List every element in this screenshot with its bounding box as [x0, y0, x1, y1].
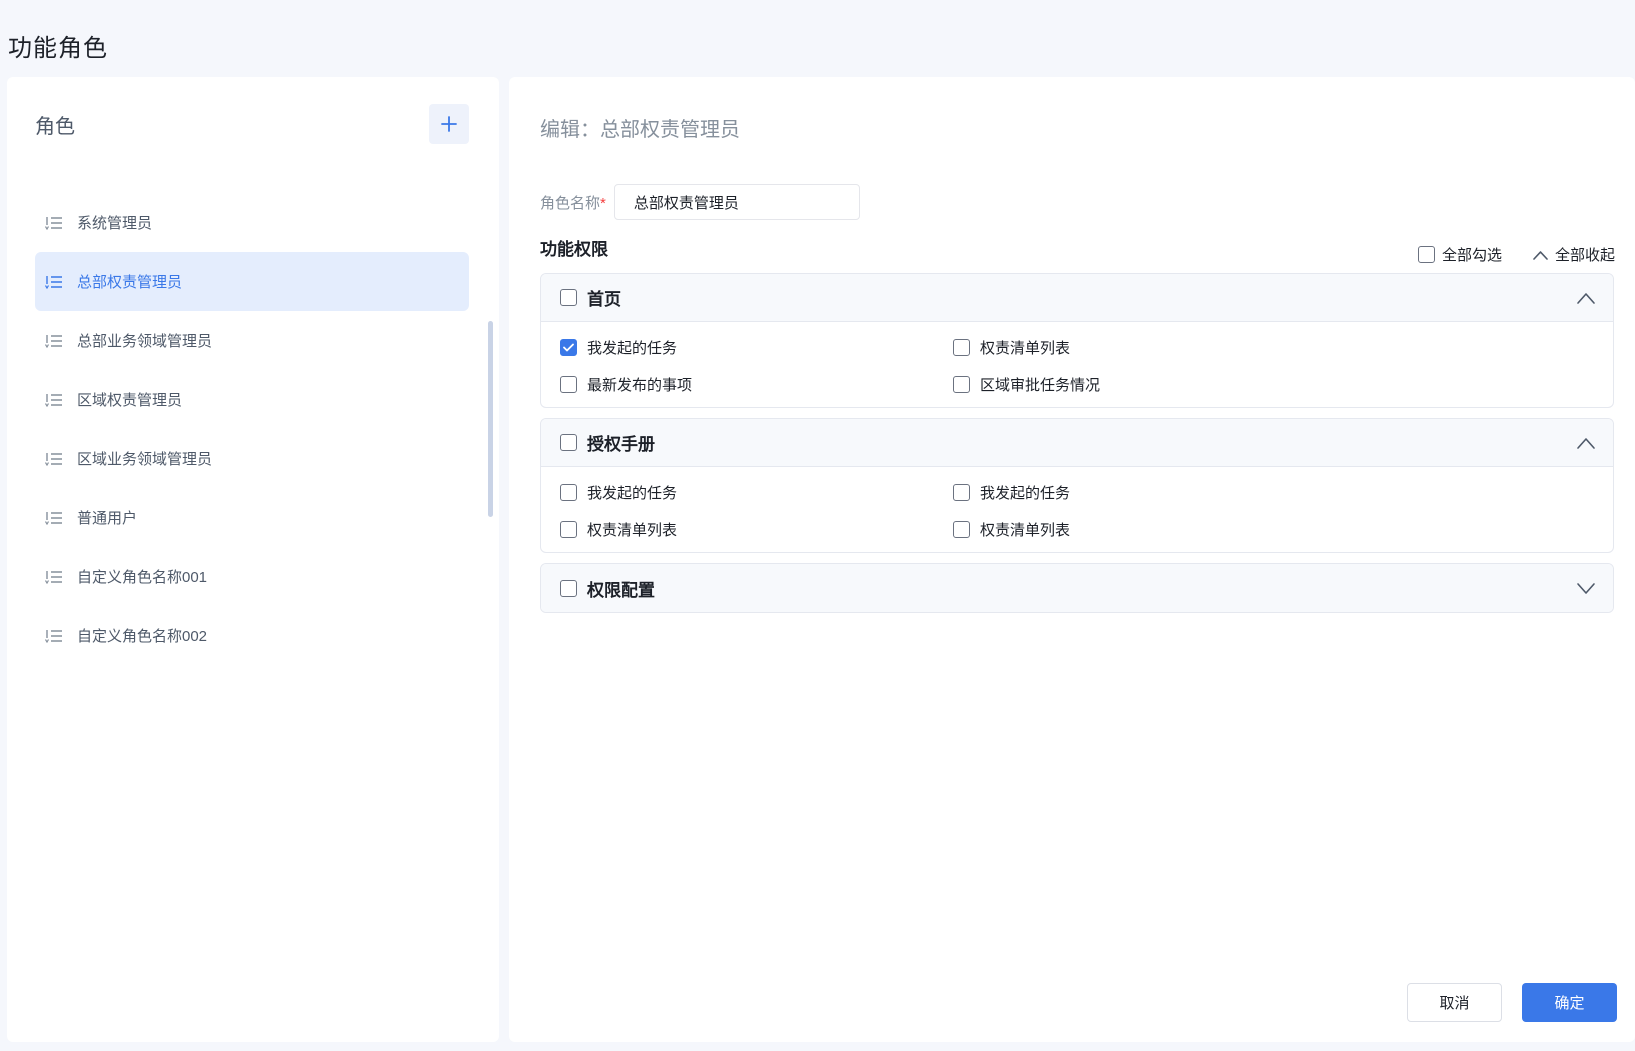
permission-group-header[interactable]: 权限配置: [541, 564, 1613, 612]
ordered-list-icon: [45, 334, 62, 348]
collapse-all-toggle[interactable]: 全部收起: [1532, 244, 1615, 265]
cancel-button[interactable]: 取消: [1407, 983, 1502, 1022]
permission-group: 首页我发起的任务 权责清单列表最新发布的事项 区域审批任务情况: [540, 273, 1614, 408]
permission-group: 权限配置: [540, 563, 1614, 613]
group-name: 首页: [587, 290, 621, 309]
permission-group-header[interactable]: 首页: [541, 274, 1613, 322]
chevron-down-icon[interactable]: [1576, 580, 1596, 596]
permission-item[interactable]: 区域审批任务情况: [953, 373, 1346, 395]
ordered-list-icon: [45, 393, 62, 407]
permission-group-body: 我发起的任务 我发起的任务 权责清单列表 权责清单列表: [541, 467, 1613, 552]
role-list: 系统管理员总部权责管理员总部业务领域管理员 区域权责管理员区域业务领域管理员 普通用…: [35, 193, 469, 665]
ordered-list-icon: [45, 570, 62, 584]
permission-checkbox[interactable]: [560, 375, 577, 393]
chevron-up-icon[interactable]: [1576, 290, 1596, 306]
permission-label: 我发起的任务: [587, 484, 678, 502]
permission-item[interactable]: 我发起的任务: [560, 481, 953, 503]
permission-label: 最新发布的事项: [587, 376, 693, 394]
role-item[interactable]: 自定义角色名称001: [35, 547, 469, 606]
group-checkbox[interactable]: [560, 289, 577, 306]
group-checkbox[interactable]: [560, 579, 577, 597]
role-item[interactable]: 普通用户: [35, 488, 469, 547]
permission-item[interactable]: 权责清单列表: [953, 336, 1346, 358]
role-item-label: 区域业务领域管理员: [77, 451, 213, 468]
permission-group-body: 我发起的任务 权责清单列表最新发布的事项 区域审批任务情况: [541, 322, 1613, 407]
group-checkbox[interactable]: [560, 434, 577, 451]
permission-groups: 首页 我发起的任务 权责清单列表 最新发布的事项 区域审批任务情况 授权手册 我发起的任务我…: [540, 273, 1614, 623]
permission-checkbox[interactable]: [560, 483, 577, 501]
page-title: 功能角色: [8, 35, 108, 62]
permission-label: 我发起的任务: [587, 339, 678, 357]
permission-label: 区域审批任务情况: [980, 376, 1101, 394]
permission-tools: 全部勾选 全部收起: [1417, 244, 1615, 265]
role-item-label: 自定义角色名称002: [77, 628, 208, 645]
editor-title: 编辑：总部权责管理员: [540, 119, 740, 141]
group-name: 权限配置: [587, 580, 655, 600]
role-item-label: 总部权责管理员: [77, 274, 183, 291]
select-all-toggle[interactable]: 全部勾选: [1417, 244, 1502, 265]
permission-item[interactable]: 权责清单列表: [560, 518, 953, 540]
required-mark: *: [600, 194, 606, 212]
role-item[interactable]: 总部权责管理员: [35, 252, 469, 311]
role-item[interactable]: 总部业务领域管理员: [35, 311, 469, 370]
role-name-input[interactable]: [613, 184, 860, 220]
editor-footer: 取消 确定: [1407, 983, 1617, 1022]
role-item-label: 系统管理员: [77, 215, 153, 232]
permission-checkbox[interactable]: [953, 520, 970, 538]
select-all-label: 全部勾选: [1441, 247, 1502, 264]
ordered-list-icon: [45, 452, 62, 466]
role-item[interactable]: 区域业务领域管理员: [35, 429, 469, 488]
roles-panel: 角色 系统管理员总部权责管理员总部业务领域管理员 区域权责管理员区域业务领域管理员…: [7, 77, 499, 1042]
ordered-list-icon: [45, 216, 62, 230]
add-role-button[interactable]: [429, 104, 469, 144]
role-editor: 编辑：总部权责管理员 角色名称* 功能权限 全部勾选 全部收起 首页我发起的任务…: [509, 77, 1635, 1042]
ordered-list-icon: [45, 275, 62, 289]
role-item-label: 总部业务领域管理员: [77, 333, 213, 350]
role-name-label: 角色名称*: [540, 192, 606, 213]
role-name-row: 角色名称*: [540, 184, 860, 220]
permission-group: 授权手册 我发起的任务 我发起的任务 权责清单列表 权责清单列表: [540, 418, 1614, 553]
permission-checkbox[interactable]: [953, 375, 970, 393]
role-item[interactable]: 区域权责管理员: [35, 370, 469, 429]
permissions-title: 功能权限: [540, 240, 608, 259]
ordered-list-icon: [45, 629, 62, 643]
role-item[interactable]: 自定义角色名称002: [35, 606, 469, 665]
permission-item[interactable]: 最新发布的事项: [560, 373, 953, 395]
chevron-up-icon[interactable]: [1576, 435, 1596, 451]
permission-label: 权责清单列表: [587, 521, 678, 539]
role-name-label-text: 角色名称: [540, 194, 601, 212]
roles-header: 角色: [35, 104, 469, 144]
permission-item[interactable]: 权责清单列表: [953, 518, 1346, 540]
permission-checkbox[interactable]: [560, 520, 577, 538]
role-item[interactable]: 系统管理员: [35, 193, 469, 252]
role-item-label: 区域权责管理员: [77, 392, 183, 409]
collapse-all-label: 全部收起: [1554, 247, 1615, 264]
role-list-scrollbar[interactable]: [488, 321, 493, 517]
plus-icon: [441, 116, 457, 132]
permission-checkbox[interactable]: [953, 483, 970, 501]
check-icon: [563, 343, 574, 351]
permission-item[interactable]: 我发起的任务: [953, 481, 1346, 503]
select-all-checkbox[interactable]: [1417, 246, 1435, 263]
ordered-list-icon: [45, 511, 62, 525]
permission-item[interactable]: 我发起的任务: [560, 336, 953, 358]
role-item-label: 自定义角色名称001: [77, 569, 208, 586]
roles-title: 角色: [35, 116, 75, 138]
permission-group-header[interactable]: 授权手册: [541, 419, 1613, 467]
confirm-button[interactable]: 确定: [1522, 983, 1617, 1022]
chevron-up-icon: [1533, 250, 1548, 260]
permission-label: 我发起的任务: [980, 484, 1071, 502]
permission-label: 权责清单列表: [980, 339, 1071, 357]
permission-label: 权责清单列表: [980, 521, 1071, 539]
group-name: 授权手册: [587, 435, 655, 454]
role-item-label: 普通用户: [77, 510, 138, 527]
permission-checkbox[interactable]: [560, 338, 577, 356]
permission-checkbox[interactable]: [953, 338, 970, 356]
